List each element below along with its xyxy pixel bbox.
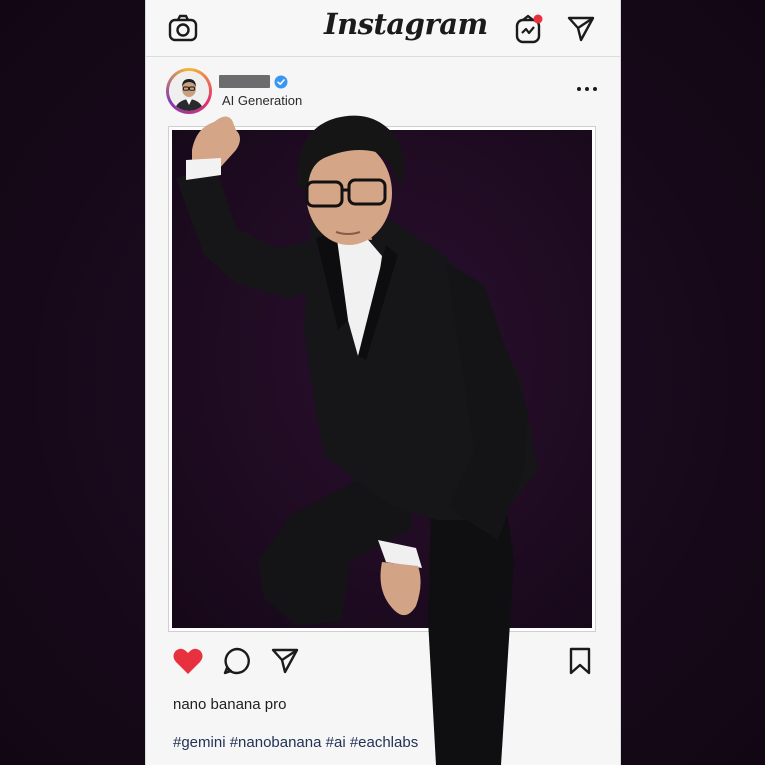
app-top-bar: Instagram: [146, 0, 620, 57]
post-caption: nano banana pro: [173, 696, 287, 713]
notification-dot: [533, 14, 543, 24]
igtv-icon[interactable]: [514, 12, 546, 49]
instagram-logo[interactable]: Instagram: [324, 7, 488, 41]
post-header: AI Generation: [146, 57, 620, 125]
camera-icon[interactable]: [168, 14, 198, 47]
avatar[interactable]: [166, 68, 212, 114]
post-actions: [146, 640, 620, 684]
heart-icon[interactable]: [172, 646, 204, 681]
username-redacted[interactable]: [219, 75, 270, 88]
instagram-post-card: Instagram AI Generation nano banana pro …: [145, 0, 621, 765]
share-icon[interactable]: [270, 646, 300, 679]
direct-message-icon[interactable]: [566, 14, 596, 47]
post-location[interactable]: AI Generation: [222, 93, 302, 108]
comment-icon[interactable]: [222, 646, 252, 681]
post-image-frame[interactable]: [168, 126, 596, 632]
verified-badge-icon: [274, 75, 288, 94]
more-options-icon[interactable]: [576, 80, 598, 98]
post-image: [172, 130, 592, 628]
bookmark-icon[interactable]: [568, 647, 592, 680]
post-hashtags[interactable]: #gemini #nanobanana #ai #eachlabs: [173, 734, 418, 751]
